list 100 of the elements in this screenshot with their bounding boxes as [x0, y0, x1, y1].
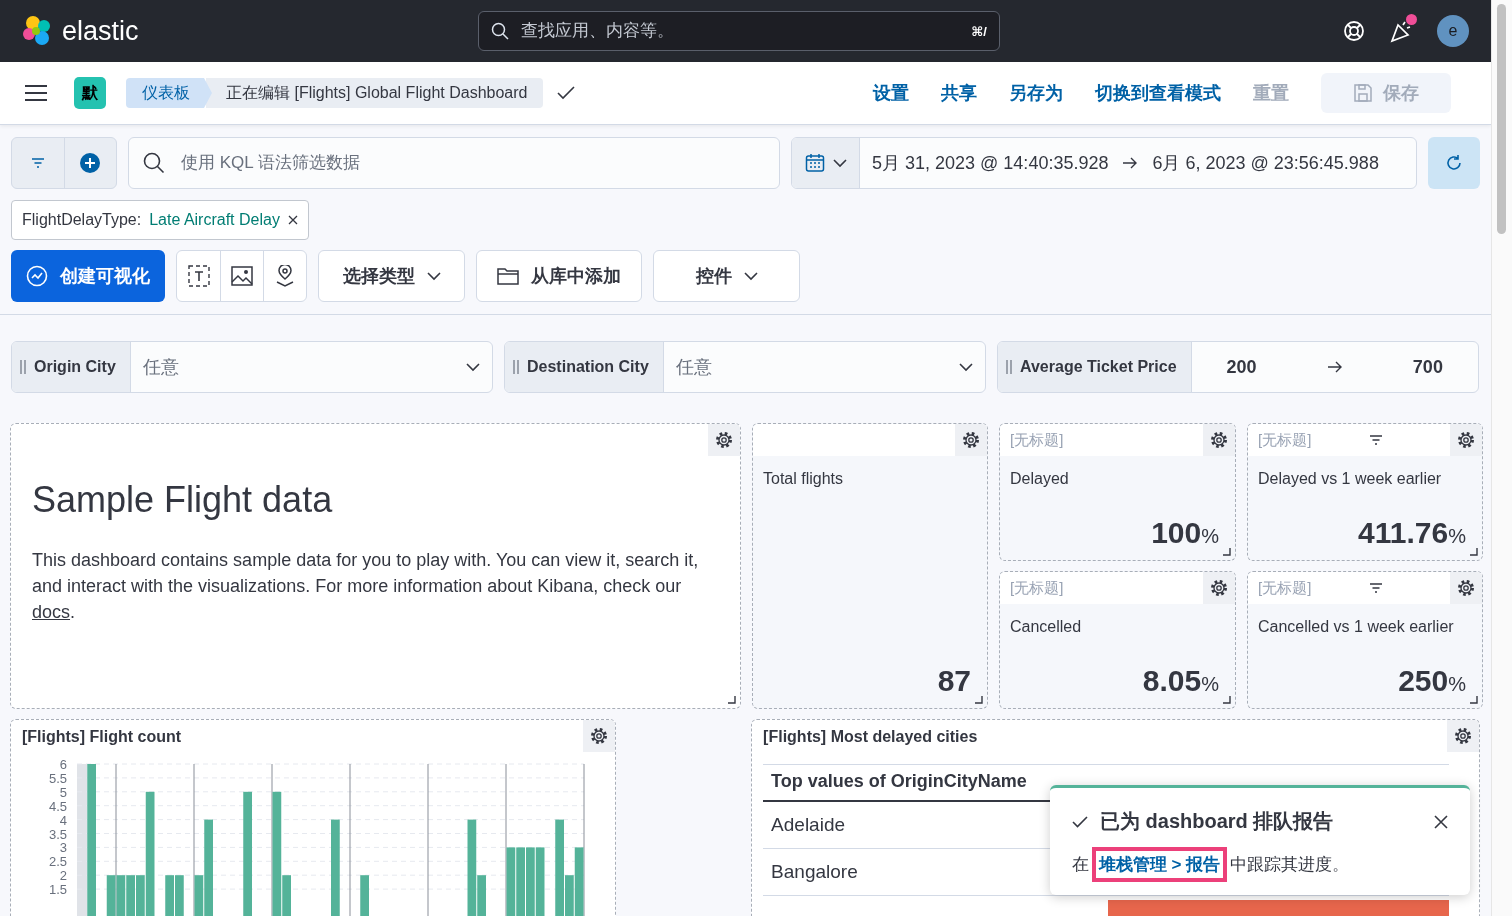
axis-tick-label: 2.5	[48, 854, 67, 870]
axis-tick-label: 1.5	[48, 882, 67, 898]
bar[interactable]	[106, 875, 116, 916]
settings-icon[interactable]	[1456, 578, 1476, 598]
control-label: Destination City	[527, 358, 649, 376]
check-icon[interactable]	[557, 86, 576, 100]
axis-tick-label: 3	[59, 840, 67, 856]
toast-title: 已为 dashboard 排队报告	[1100, 809, 1334, 834]
chevron-down-icon	[466, 362, 480, 372]
header-link[interactable]: 设置	[873, 81, 909, 105]
header-link[interactable]: 另存为	[1009, 81, 1063, 105]
close-button[interactable]	[1434, 814, 1448, 829]
end-date[interactable]: 6月 6, 2023 @ 23:56:45.988	[1152, 151, 1379, 175]
resize-handle-icon[interactable]	[1470, 696, 1478, 704]
control[interactable]: Average Ticket Price 200 700	[997, 341, 1479, 393]
news-icon[interactable]	[1389, 19, 1413, 43]
filter-field: FlightDelayType:	[22, 211, 142, 229]
close-icon	[1434, 814, 1448, 829]
panel-title: [无标题]	[1010, 578, 1064, 598]
space-badge[interactable]: 默	[74, 77, 106, 109]
drag-handle-icon[interactable]	[20, 359, 26, 375]
drag-handle-icon[interactable]	[1006, 359, 1012, 375]
settings-icon[interactable]	[961, 430, 981, 450]
panel-title: [Flights] Most delayed cities	[763, 728, 978, 746]
panel-title: [无标题]	[1010, 430, 1064, 450]
resize-handle-icon[interactable]	[1223, 548, 1231, 556]
metric-label: Total flights	[762, 469, 845, 488]
arrow-right-icon	[1326, 361, 1343, 373]
resize-handle-icon[interactable]	[1470, 548, 1478, 556]
metric-value: 8.05%	[1142, 664, 1219, 698]
arrow-right-icon	[1122, 157, 1139, 169]
resize-handle-icon[interactable]	[975, 696, 983, 704]
menu-icon[interactable]	[24, 83, 48, 103]
close-icon[interactable]	[287, 215, 298, 225]
bar[interactable]	[535, 847, 545, 916]
map-pin-icon	[275, 265, 295, 287]
filter-value: Late Aircraft Delay	[149, 211, 280, 229]
start-date[interactable]: 5月 31, 2023 @ 14:40:35.928	[872, 151, 1109, 175]
filter-pill[interactable]: FlightDelayType: Late Aircraft Delay	[11, 200, 309, 240]
toolbar-button[interactable]: 从库中添加	[476, 250, 642, 302]
chevron-down-icon	[959, 362, 973, 372]
image-icon	[231, 266, 253, 286]
header-link[interactable]: 共享	[941, 81, 977, 105]
folder-icon	[497, 267, 519, 285]
notification-dot	[1406, 14, 1417, 25]
help-icon[interactable]	[1343, 20, 1365, 42]
quick-select-button[interactable]	[792, 138, 860, 188]
control[interactable]: Origin City 任意	[11, 341, 493, 393]
search-icon	[491, 22, 509, 40]
bar[interactable]	[574, 847, 584, 916]
control[interactable]: Destination City 任意	[504, 341, 986, 393]
date-picker[interactable]: 5月 31, 2023 @ 14:40:35.928 6月 6, 2023 @ 23:56:45.988	[791, 137, 1417, 189]
range-max[interactable]: 700	[1412, 356, 1443, 378]
chevron-down-icon	[832, 158, 847, 168]
filter-icon[interactable]	[1368, 583, 1383, 593]
user-avatar[interactable]: e	[1437, 15, 1469, 47]
control-label: Average Ticket Price	[1020, 358, 1177, 376]
filter-icon	[30, 158, 45, 168]
refresh-button[interactable]	[1428, 137, 1480, 189]
axis-tick-label: 6	[59, 757, 67, 772]
header-link[interactable]: 切换到查看模式	[1095, 81, 1221, 105]
resize-handle-icon[interactable]	[1223, 696, 1231, 704]
create-visualization-button[interactable]: 创建可视化	[11, 250, 165, 302]
toolbar-button[interactable]: 控件	[653, 250, 800, 302]
search-input[interactable]: 查找应用、内容等。	[519, 20, 962, 42]
scrollbar[interactable]	[1497, 4, 1506, 234]
breadcrumb[interactable]: 仪表板	[126, 78, 212, 108]
docs-link[interactable]: docs	[32, 602, 71, 622]
settings-icon[interactable]	[714, 430, 734, 450]
settings-icon[interactable]	[1453, 726, 1473, 746]
global-search-field[interactable]: 查找应用、内容等。 ⌘/	[478, 11, 1000, 51]
query-field[interactable]: 使用 KQL 语法筛选数据	[128, 137, 780, 189]
check-icon	[1072, 815, 1088, 828]
filter-icon[interactable]	[1368, 435, 1383, 445]
metric-label: Cancelled vs 1 week earlier	[1257, 617, 1455, 636]
save-icon	[1353, 83, 1373, 103]
settings-icon[interactable]	[1209, 578, 1229, 598]
bar[interactable]	[116, 875, 126, 916]
refresh-icon	[1445, 154, 1463, 172]
visualize-icon	[26, 265, 48, 287]
range-min[interactable]: 200	[1226, 356, 1257, 378]
resize-handle-icon[interactable]	[728, 696, 736, 704]
panel-heading: Sample Flight data	[32, 479, 334, 521]
settings-icon[interactable]	[1456, 430, 1476, 450]
description-text: This dashboard contains sample data for you to play with. You can view it, search it, and interact with the visualizations. For more information about Kibana, check our docs.	[32, 549, 700, 624]
axis-tick-label: 2	[59, 868, 67, 884]
reporting-link[interactable]: 堆栈管理 > 报告	[1098, 855, 1221, 874]
toolbar-button[interactable]: 选择类型	[318, 250, 465, 302]
logo-text[interactable]: elastic	[62, 15, 139, 47]
text-icon	[187, 265, 210, 287]
drag-handle-icon[interactable]	[513, 359, 519, 375]
control-value: 任意	[142, 356, 179, 379]
settings-icon[interactable]	[1209, 430, 1229, 450]
bar[interactable]	[506, 847, 516, 916]
metric-label: Cancelled	[1009, 617, 1083, 636]
query-input[interactable]: 使用 KQL 语法筛选数据	[179, 152, 765, 174]
metric-value: 250%	[1398, 664, 1466, 698]
settings-icon[interactable]	[589, 726, 610, 746]
panel-title: [无标题]	[1258, 578, 1312, 598]
chevron-down-icon	[743, 271, 758, 281]
